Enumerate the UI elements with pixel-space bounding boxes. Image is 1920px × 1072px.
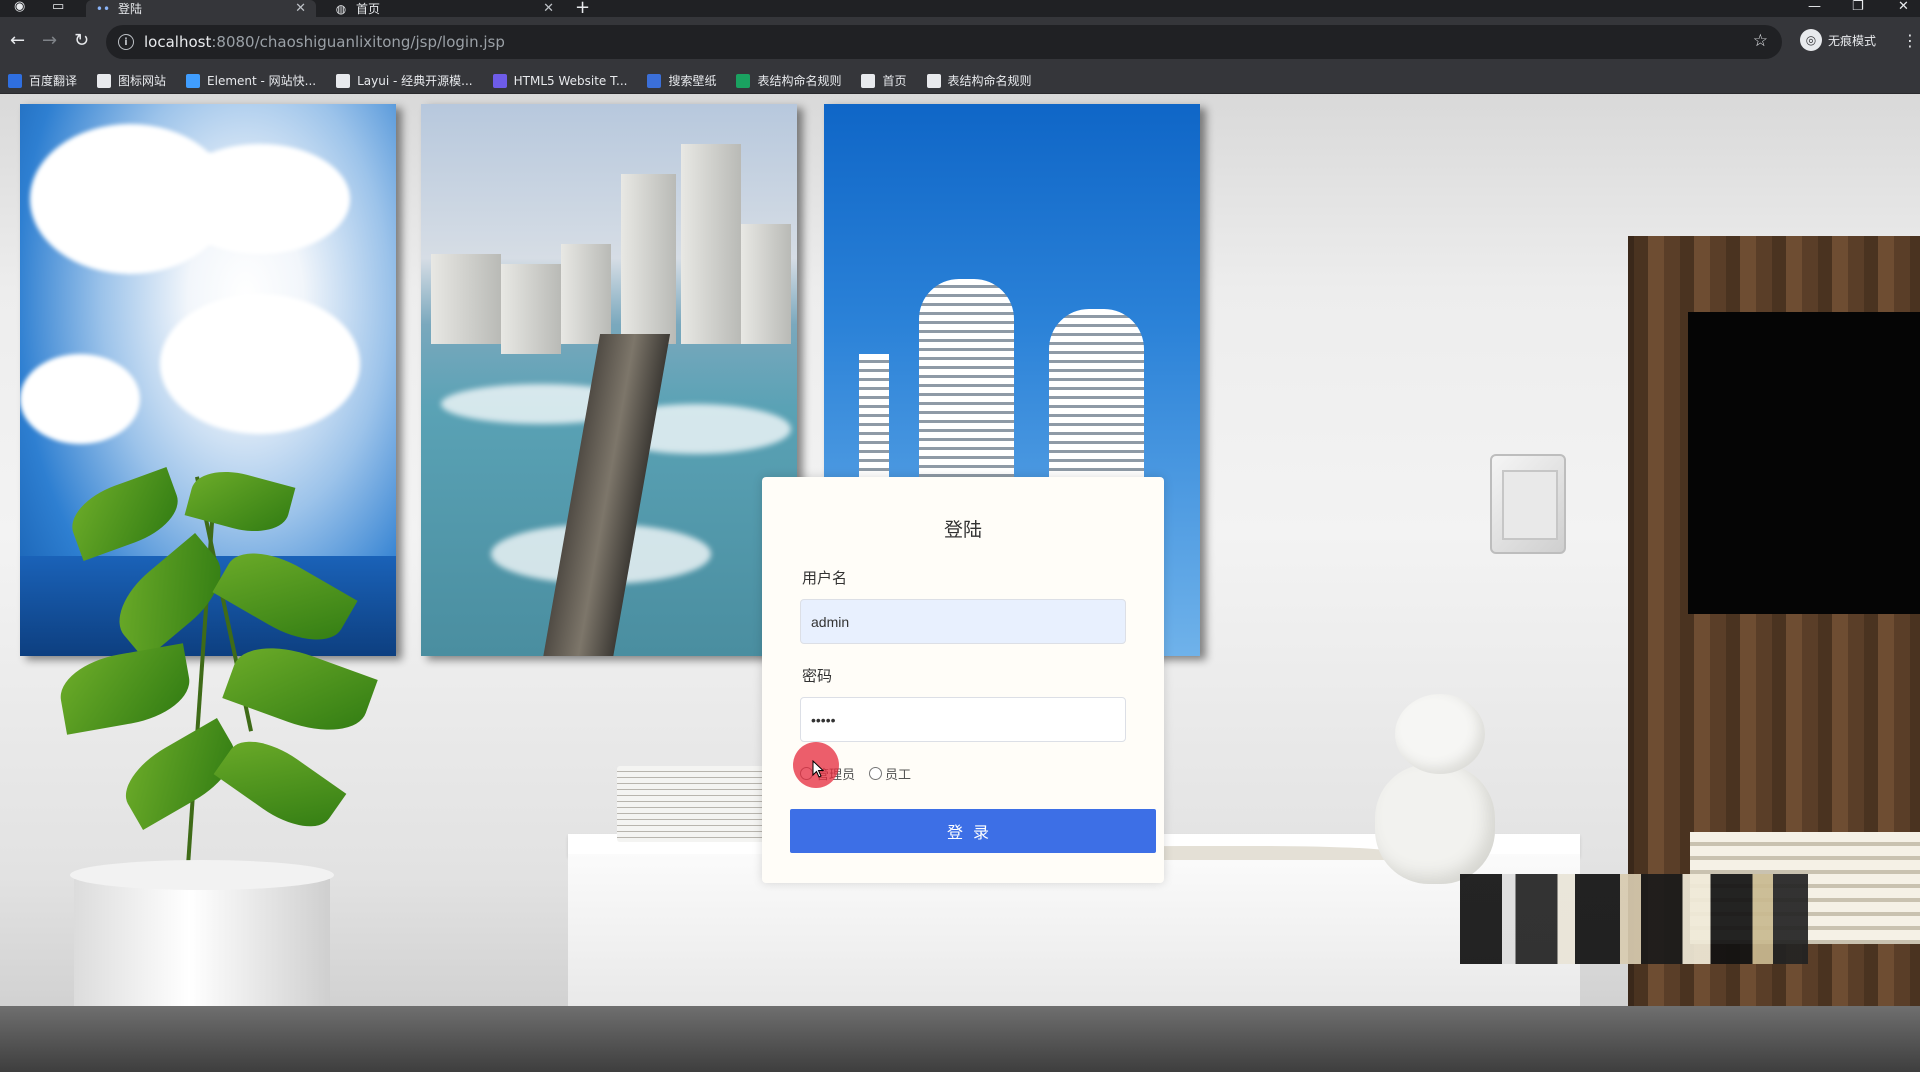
- login-title: 登陆: [943, 519, 982, 541]
- info-icon[interactable]: i: [118, 34, 134, 50]
- layui-icon: [336, 73, 351, 88]
- incognito-label: 无痕模式: [1828, 33, 1877, 48]
- role-staff-option[interactable]: 员工: [869, 764, 911, 783]
- login-form: 登陆 用户名 密码 管理员 员工 登录: [762, 477, 1164, 883]
- chrome-logo-icon: ◉: [14, 0, 26, 14]
- bookmark-item[interactable]: HTML5 Website T...: [492, 73, 628, 88]
- bookmark-label: HTML5 Website T...: [513, 73, 628, 88]
- password-input[interactable]: [800, 697, 1126, 742]
- city-beach-painting: [421, 104, 797, 656]
- watermark-mosaic: [1460, 874, 1808, 964]
- browser-toolbar: ← → ↻ i localhost:8080/chaoshiguanlixito…: [0, 17, 1920, 68]
- incognito-icon: ◎: [1800, 29, 1822, 51]
- light-switch: [1490, 454, 1566, 554]
- username-input[interactable]: [800, 599, 1126, 644]
- tab-home[interactable]: ◍ 首页 ✕: [324, 0, 564, 17]
- html5-icon: [492, 73, 507, 88]
- element-icon: [186, 73, 201, 88]
- bookmark-item[interactable]: 表结构命名规则: [926, 72, 1032, 89]
- restore-icon[interactable]: ❐: [1852, 0, 1864, 14]
- floor: [0, 1006, 1920, 1072]
- bookmark-item[interactable]: 首页: [861, 72, 907, 89]
- url-host: localhost: [144, 33, 212, 51]
- browser-menu-icon[interactable]: ⋮: [1902, 31, 1918, 50]
- globe-icon: ◍: [335, 1, 347, 16]
- loading-dots-icon: ••: [95, 1, 111, 16]
- bookmark-item[interactable]: 搜索壁纸: [647, 72, 716, 89]
- close-window-icon[interactable]: ✕: [1898, 0, 1909, 14]
- url-path: :8080/chaoshiguanlixitong/jsp/login.jsp: [211, 33, 505, 51]
- bookmark-label: 百度翻译: [29, 74, 78, 88]
- bookmark-label: 首页: [882, 74, 907, 88]
- mouse-cursor-icon: [812, 760, 825, 778]
- new-tab-button[interactable]: +: [575, 0, 590, 17]
- username-label: 用户名: [802, 569, 848, 587]
- bookmark-item[interactable]: Element - 网站快...: [186, 72, 316, 89]
- bookmark-label: 表结构命名规则: [757, 74, 842, 88]
- back-icon[interactable]: ←: [10, 31, 25, 51]
- bookmarks-bar: 百度翻译 图标网站 Element - 网站快... Layui - 经典开源模...…: [0, 68, 1920, 94]
- flag-icon: [97, 73, 112, 88]
- reload-icon[interactable]: ↻: [74, 31, 89, 51]
- tab-strip: ◉ ▭ •• 登陆 ✕ ◍ 首页 ✕ + — ❐ ✕: [0, 0, 1920, 17]
- bookmark-label: Layui - 经典开源模...: [357, 74, 473, 88]
- tab-login[interactable]: •• 登陆 ✕: [86, 0, 316, 17]
- translate-icon: [8, 73, 22, 88]
- password-label: 密码: [802, 667, 833, 685]
- globe-icon: [926, 73, 941, 88]
- minimize-icon[interactable]: —: [1808, 0, 1821, 14]
- close-tab-icon[interactable]: ✕: [543, 0, 554, 17]
- address-bar[interactable]: i localhost:8080/chaoshiguanlixitong/jsp…: [106, 25, 1782, 59]
- globe-icon: [861, 73, 876, 88]
- tab-title: 首页: [356, 2, 381, 16]
- bookmark-item[interactable]: Layui - 经典开源模...: [336, 72, 473, 89]
- bookmark-item[interactable]: 表结构命名规则: [736, 72, 841, 89]
- role-staff-label: 员工: [885, 768, 912, 783]
- radio-staff[interactable]: [869, 767, 883, 780]
- bookmark-item[interactable]: 图标网站: [97, 72, 166, 89]
- wallpaper-icon: [647, 73, 662, 88]
- tab-search-icon[interactable]: ▭: [52, 0, 64, 14]
- teddy-bear: [1355, 694, 1515, 894]
- bookmark-label: Element - 网站快...: [207, 74, 317, 88]
- tab-title: 登陆: [118, 2, 143, 16]
- bookmark-item[interactable]: 百度翻译: [8, 72, 77, 89]
- forward-icon[interactable]: →: [42, 31, 57, 51]
- incognito-indicator[interactable]: ◎ 无痕模式: [1800, 29, 1876, 51]
- bookmark-star-icon[interactable]: ☆: [1753, 31, 1768, 51]
- bookmark-label: 搜索壁纸: [668, 74, 717, 88]
- bookmark-label: 表结构命名规则: [947, 74, 1032, 88]
- login-page: 登陆 用户名 密码 管理员 员工 登录: [0, 94, 1920, 1072]
- bookmark-label: 图标网站: [118, 74, 167, 88]
- close-tab-icon[interactable]: ✕: [295, 0, 306, 17]
- sheet-icon: [736, 73, 751, 88]
- login-button[interactable]: 登录: [790, 809, 1156, 853]
